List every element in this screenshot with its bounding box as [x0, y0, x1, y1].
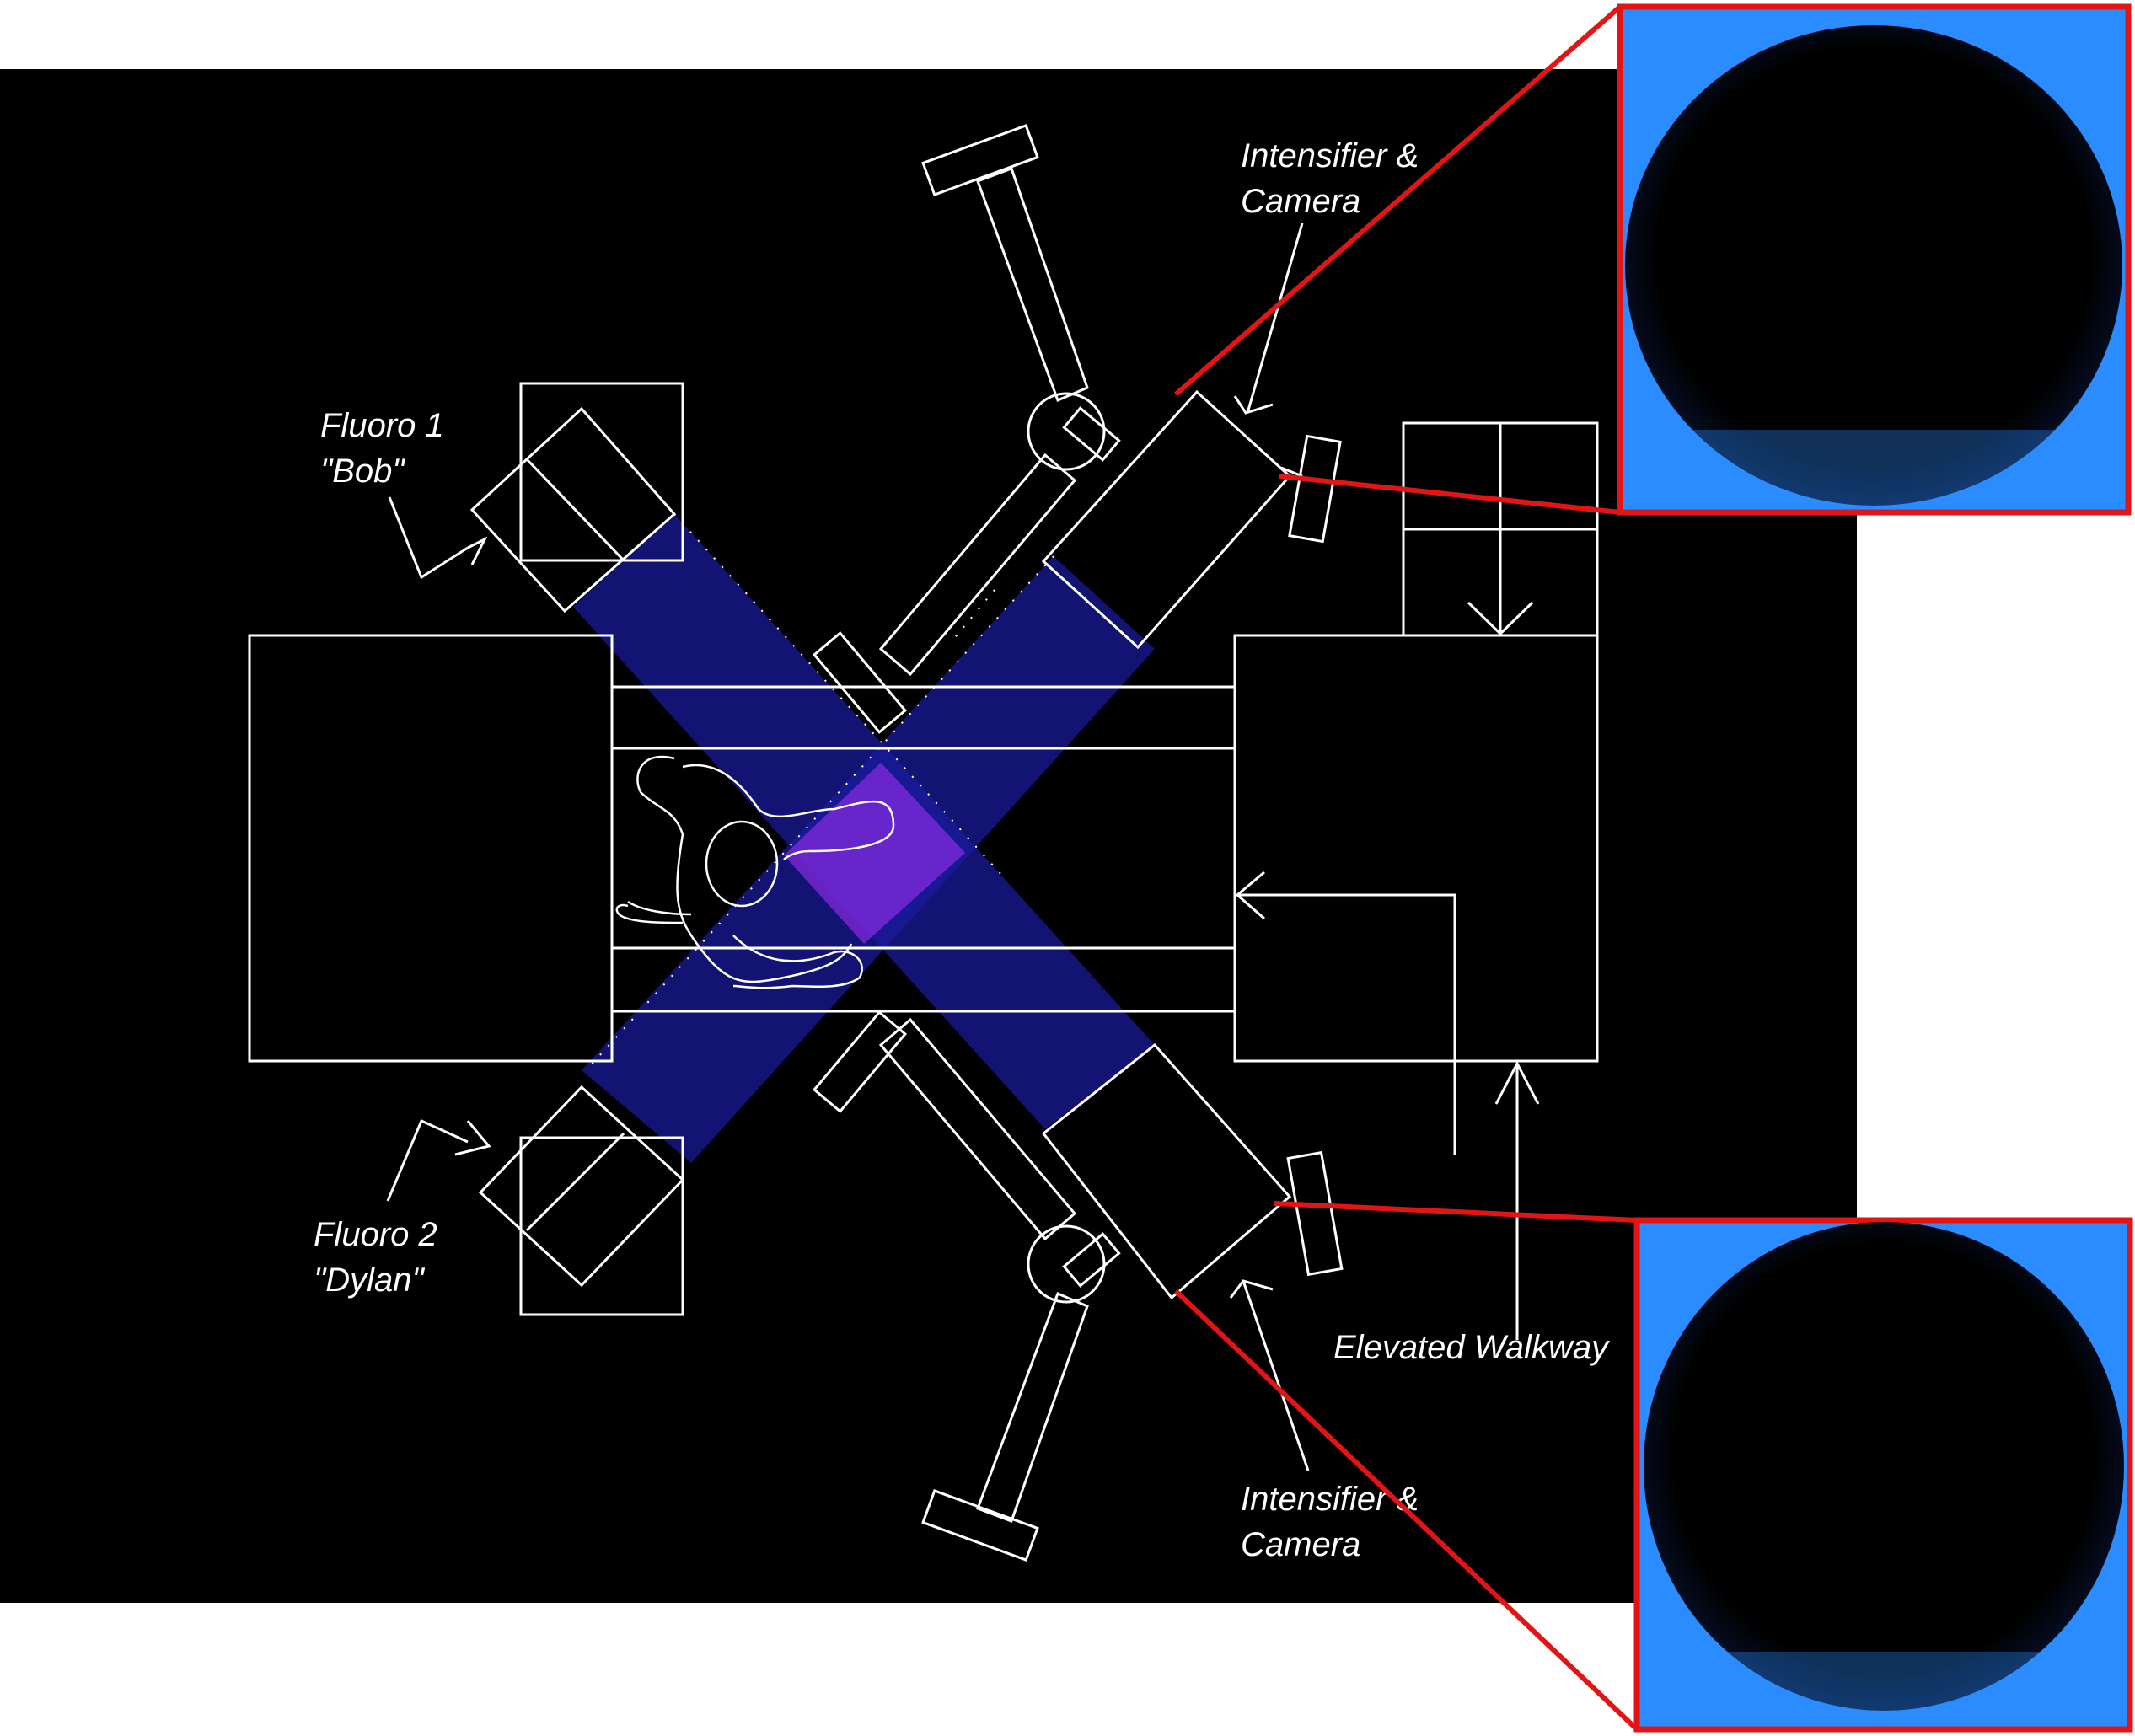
walkway-label: Elevated Walkway — [1333, 1329, 1611, 1366]
fluoroscopy-setup-diagram: Fluoro 1 "Bob" Fluoro 2 "Dylan" Intensif… — [0, 3, 2133, 1733]
svg-text:Camera: Camera — [1241, 1526, 1360, 1563]
fluoro1-label-line2: "Bob" — [320, 453, 405, 490]
intensifier-top-label-line1: Intensifier & — [1241, 137, 1419, 174]
intensifier-top-label-line2: Camera — [1241, 183, 1360, 220]
svg-text:Fluoro 1: Fluoro 1 — [320, 407, 444, 444]
inset-top-camera-view — [1617, 3, 2132, 516]
svg-text:"Bob": "Bob" — [320, 453, 405, 490]
inset-bottom-image-disk — [1644, 1222, 2124, 1711]
svg-text:Intensifier &: Intensifier & — [1241, 137, 1419, 174]
inset-bottom-camera-view — [1633, 1217, 2133, 1733]
svg-text:Elevated Walkway: Elevated Walkway — [1333, 1329, 1611, 1366]
fluoro1-label-line1: Fluoro 1 — [320, 407, 444, 444]
svg-text:Fluoro 2: Fluoro 2 — [314, 1216, 437, 1253]
svg-text:Camera: Camera — [1241, 183, 1360, 220]
svg-text:"Dylan": "Dylan" — [314, 1262, 425, 1299]
intensifier-bottom-label-line2: Camera — [1241, 1526, 1360, 1563]
fluoro2-label-line2: "Dylan" — [314, 1262, 425, 1299]
fluoro2-label-line1: Fluoro 2 — [314, 1216, 437, 1253]
